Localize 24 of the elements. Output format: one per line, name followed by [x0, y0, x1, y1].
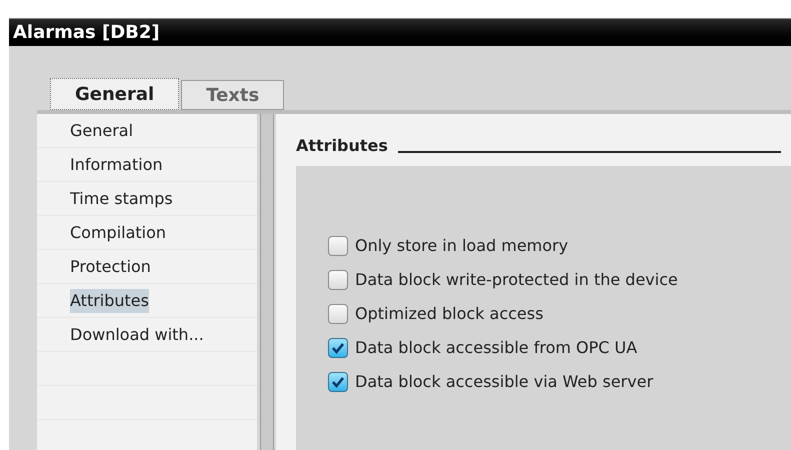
nav-item[interactable]: Download with...: [70, 322, 204, 346]
checkbox[interactable]: [328, 372, 348, 392]
nav-item[interactable]: General: [70, 118, 134, 142]
option-label: Data block write-protected in the device: [355, 269, 678, 291]
check-icon: [331, 341, 345, 355]
nav-item[interactable]: Information: [70, 152, 163, 176]
nav-item[interactable]: Protection: [70, 254, 151, 278]
nav-item[interactable]: Compilation: [70, 220, 166, 244]
checkbox[interactable]: [328, 338, 348, 358]
section-title: Attributes: [296, 135, 388, 157]
option-label: Data block accessible via Web server: [355, 371, 654, 393]
checkbox[interactable]: [328, 304, 348, 324]
check-icon: [331, 375, 345, 389]
window-title: Alarmas [DB2]: [13, 21, 160, 45]
option-label: Optimized block access: [355, 303, 544, 325]
tab[interactable]: Texts: [181, 80, 284, 110]
nav-item[interactable]: Time stamps: [70, 186, 173, 210]
checkbox[interactable]: [328, 236, 348, 256]
nav-item[interactable]: Attributes: [70, 288, 149, 312]
tab[interactable]: General: [50, 78, 180, 110]
option-label: Data block accessible from OPC UA: [355, 337, 638, 359]
checkbox[interactable]: [328, 270, 348, 290]
splitter[interactable]: [260, 114, 274, 450]
option-label: Only store in load memory: [355, 235, 568, 257]
